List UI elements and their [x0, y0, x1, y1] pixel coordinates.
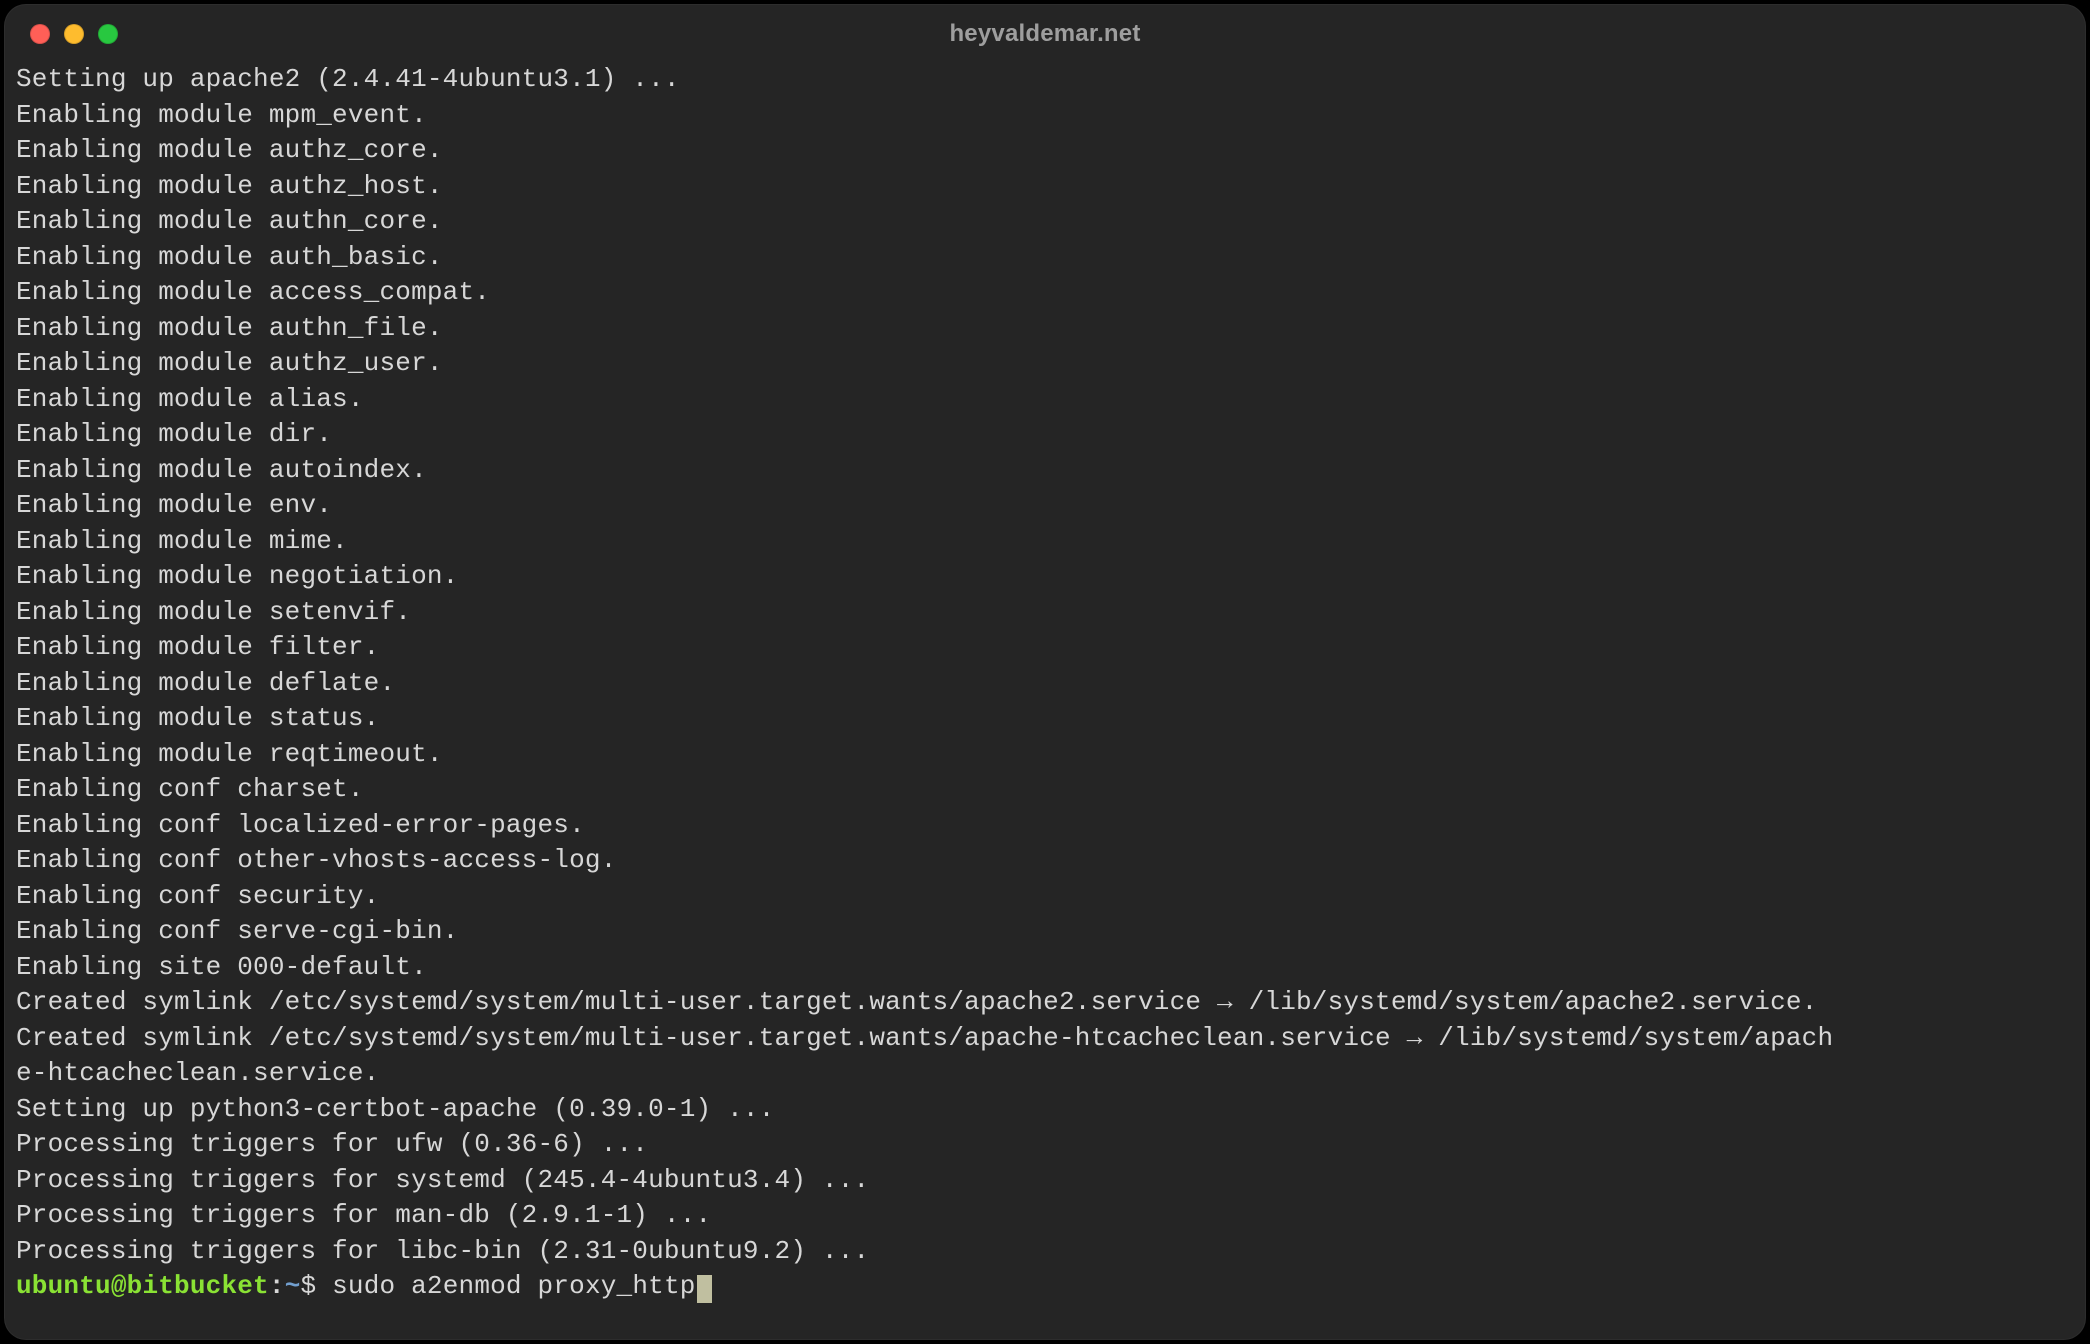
- terminal-line: Enabling conf security.: [16, 879, 2074, 915]
- terminal-line: Enabling conf charset.: [16, 772, 2074, 808]
- terminal-line: Enabling conf localized-error-pages.: [16, 808, 2074, 844]
- terminal-line: Setting up apache2 (2.4.41-4ubuntu3.1) .…: [16, 62, 2074, 98]
- terminal-line: Enabling conf serve-cgi-bin.: [16, 914, 2074, 950]
- terminal-line: Enabling module authn_file.: [16, 311, 2074, 347]
- terminal-line: Enabling module mpm_event.: [16, 98, 2074, 134]
- terminal-line: Enabling module authn_core.: [16, 204, 2074, 240]
- terminal-line: Enabling module setenvif.: [16, 595, 2074, 631]
- window-title: heyvaldemar.net: [4, 20, 2086, 48]
- terminal-line: Processing triggers for ufw (0.36-6) ...: [16, 1127, 2074, 1163]
- prompt-host: bitbucket: [127, 1271, 269, 1301]
- terminal-line: e-htcacheclean.service.: [16, 1056, 2074, 1092]
- prompt-colon: :: [269, 1271, 285, 1301]
- text-cursor-icon: [697, 1275, 712, 1303]
- terminal-line: Processing triggers for systemd (245.4-4…: [16, 1163, 2074, 1199]
- terminal-line: Enabling module negotiation.: [16, 559, 2074, 595]
- terminal-line: Created symlink /etc/systemd/system/mult…: [16, 1021, 2074, 1057]
- terminal-line: Enabling module reqtimeout.: [16, 737, 2074, 773]
- terminal-line: Enabling module deflate.: [16, 666, 2074, 702]
- terminal-line: Enabling module auth_basic.: [16, 240, 2074, 276]
- terminal-line: Enabling module access_compat.: [16, 275, 2074, 311]
- terminal-line: Enabling module authz_user.: [16, 346, 2074, 382]
- terminal-line: Enabling module authz_core.: [16, 133, 2074, 169]
- terminal-output[interactable]: Setting up apache2 (2.4.41-4ubuntu3.1) .…: [4, 62, 2086, 1313]
- titlebar: heyvaldemar.net: [4, 4, 2086, 62]
- terminal-line: Enabling site 000-default.: [16, 950, 2074, 986]
- terminal-line: Enabling conf other-vhosts-access-log.: [16, 843, 2074, 879]
- prompt-dollar: $: [301, 1271, 333, 1301]
- terminal-line: Enabling module authz_host.: [16, 169, 2074, 205]
- terminal-line: Processing triggers for libc-bin (2.31-0…: [16, 1234, 2074, 1270]
- terminal-line: Enabling module env.: [16, 488, 2074, 524]
- prompt-user: ubuntu: [16, 1271, 111, 1301]
- terminal-line: Processing triggers for man-db (2.9.1-1)…: [16, 1198, 2074, 1234]
- terminal-line: Enabling module filter.: [16, 630, 2074, 666]
- prompt-at: @: [111, 1271, 127, 1301]
- terminal-line: Enabling module status.: [16, 701, 2074, 737]
- prompt-cwd: ~: [285, 1271, 301, 1301]
- terminal-line: Enabling module dir.: [16, 417, 2074, 453]
- prompt-line[interactable]: ubuntu@bitbucket:~$ sudo a2enmod proxy_h…: [16, 1269, 2074, 1305]
- terminal-line: Created symlink /etc/systemd/system/mult…: [16, 985, 2074, 1021]
- terminal-line: Enabling module alias.: [16, 382, 2074, 418]
- terminal-window: heyvaldemar.net Setting up apache2 (2.4.…: [4, 4, 2086, 1340]
- prompt-command: sudo a2enmod proxy_http: [332, 1271, 695, 1301]
- terminal-line: Enabling module autoindex.: [16, 453, 2074, 489]
- terminal-line: Enabling module mime.: [16, 524, 2074, 560]
- terminal-line: Setting up python3-certbot-apache (0.39.…: [16, 1092, 2074, 1128]
